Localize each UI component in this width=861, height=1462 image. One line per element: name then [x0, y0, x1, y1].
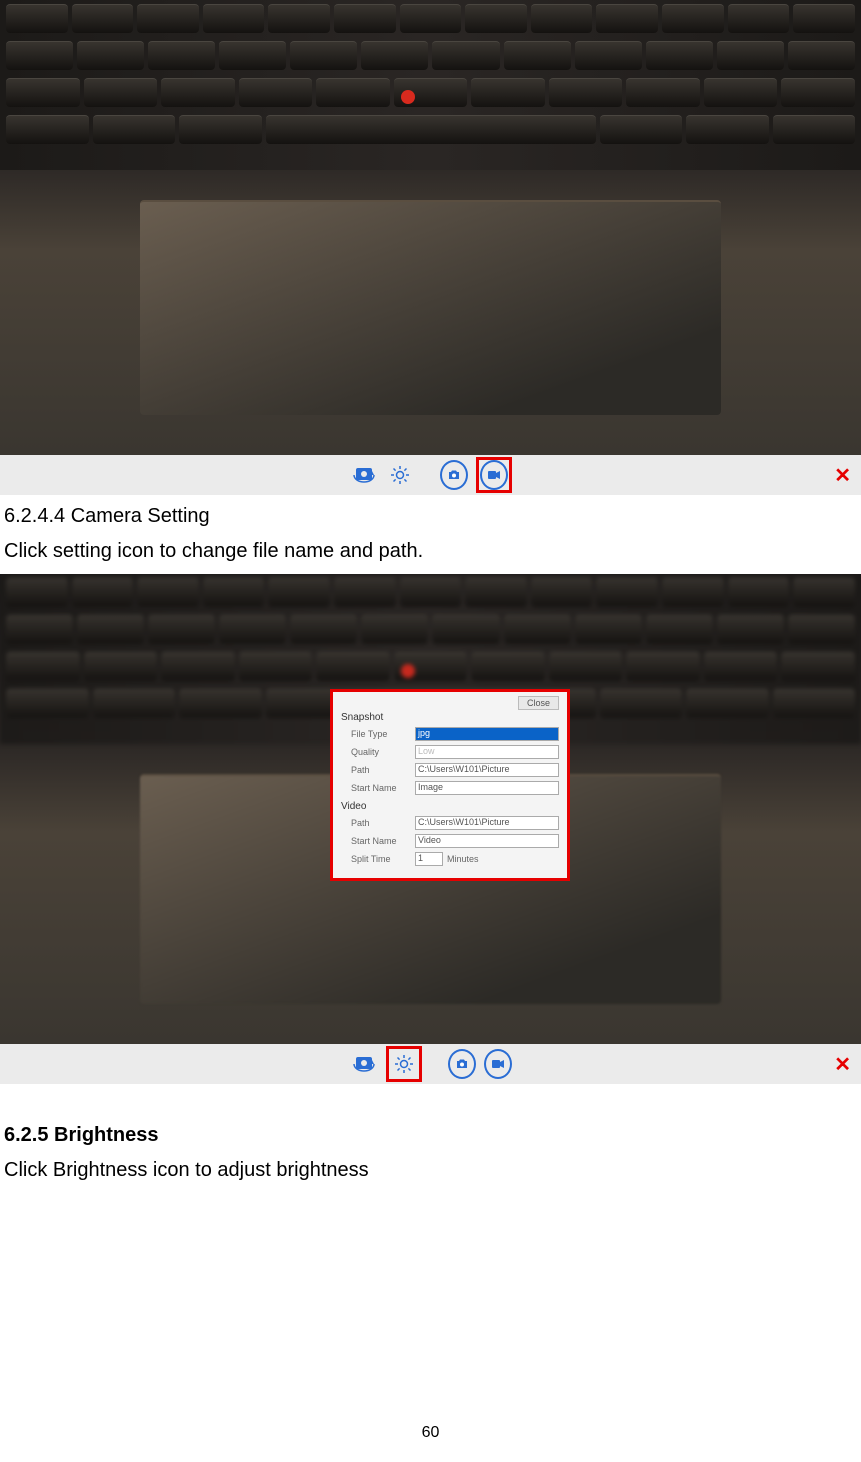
text-brightness: Click Brightness icon to adjust brightne…	[4, 1155, 861, 1185]
settings-button[interactable]	[386, 461, 414, 489]
dialog-close-button[interactable]: Close	[518, 696, 559, 710]
camera-settings-dialog: Close Snapshot File Type jpg Quality Low…	[330, 689, 570, 881]
video-startname-input[interactable]: Video	[415, 834, 559, 848]
snapshot-path-label: Path	[341, 765, 411, 775]
split-time-select[interactable]: 1	[415, 852, 443, 866]
heading-brightness: 6.2.5 Brightness	[4, 1124, 861, 1147]
settings-button-highlighted	[386, 1046, 422, 1082]
video-path-label: Path	[341, 818, 411, 828]
snapshot-startname-input[interactable]: Image	[415, 781, 559, 795]
camera-icon-2	[448, 1049, 476, 1079]
heading-camera-setting: 6.2.4.4 Camera Setting	[4, 505, 861, 528]
video-icon	[480, 460, 508, 490]
snapshot-button-2[interactable]	[448, 1050, 476, 1078]
camera-toolbar-2: ✕	[0, 1044, 861, 1084]
video-startname-label: Start Name	[341, 836, 411, 846]
snapshot-section-title: Snapshot	[341, 712, 559, 723]
quality-label: Quality	[341, 747, 411, 757]
file-type-label: File Type	[341, 729, 411, 739]
split-time-unit: Minutes	[447, 854, 479, 864]
camera-icon	[440, 460, 468, 490]
document-page: ✕ 6.2.4.4 Camera Setting Click setting i…	[0, 0, 861, 1462]
close-icon[interactable]: ✕	[834, 463, 851, 488]
camera-preview-1	[0, 0, 861, 455]
video-button[interactable]	[480, 461, 508, 489]
trackpoint-icon	[401, 90, 415, 104]
split-time-label: Split Time	[341, 854, 411, 864]
video-button-highlighted	[476, 457, 512, 493]
touchpad-illustration	[140, 200, 721, 415]
camera-preview-2: Close Snapshot File Type jpg Quality Low…	[0, 574, 861, 1044]
camera-toolbar-1: ✕	[0, 455, 861, 495]
rotate-button[interactable]	[350, 461, 378, 489]
snapshot-path-input[interactable]: C:\Users\W101\Picture	[415, 763, 559, 777]
video-path-input[interactable]: C:\Users\W101\Picture	[415, 816, 559, 830]
file-type-select[interactable]: jpg	[415, 727, 559, 741]
text-camera-setting: Click setting icon to change file name a…	[4, 536, 861, 566]
quality-select[interactable]: Low	[415, 745, 559, 759]
keyboard-illustration	[0, 0, 861, 170]
settings-button-2[interactable]	[390, 1050, 418, 1078]
snapshot-button[interactable]	[440, 461, 468, 489]
video-icon-2	[484, 1049, 512, 1079]
close-icon-2[interactable]: ✕	[834, 1052, 851, 1077]
rotate-button-2[interactable]	[350, 1050, 378, 1078]
video-button-2[interactable]	[484, 1050, 512, 1078]
page-number: 60	[0, 1424, 861, 1442]
snapshot-startname-label: Start Name	[341, 783, 411, 793]
video-section-title: Video	[341, 801, 559, 812]
